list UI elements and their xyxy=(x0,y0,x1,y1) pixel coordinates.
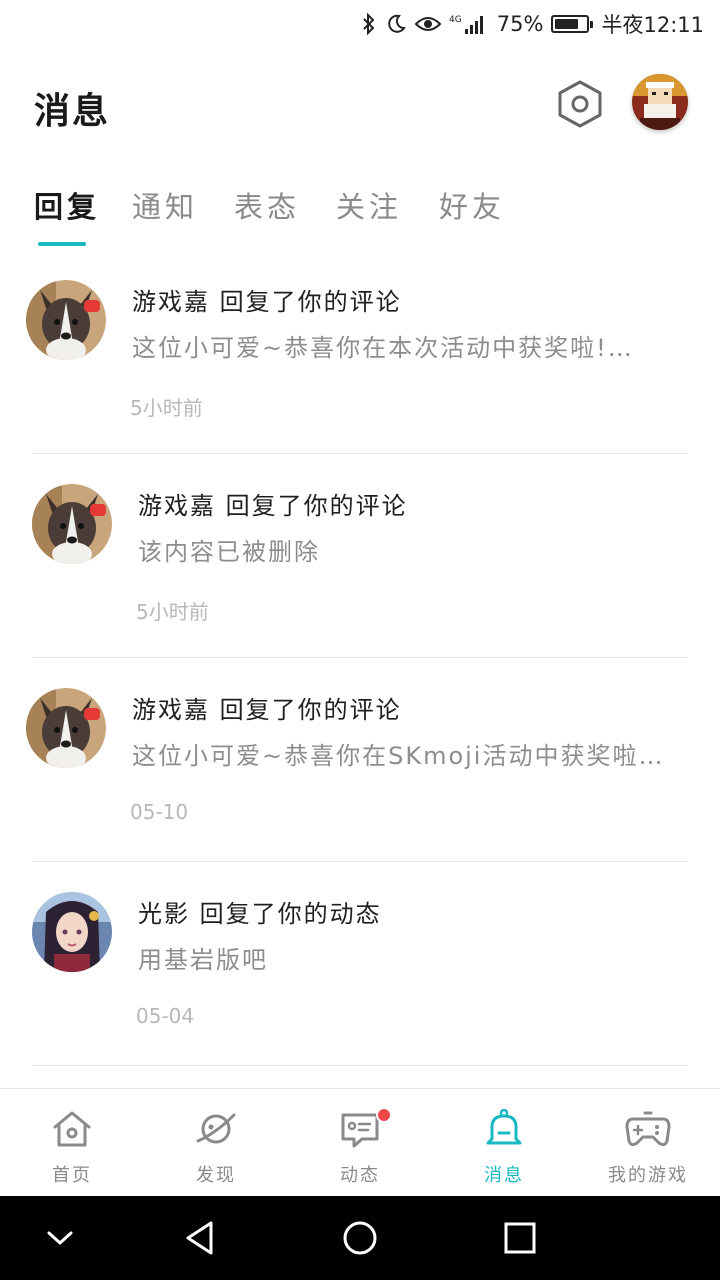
message-time: 05-10 xyxy=(130,800,189,824)
settings-button[interactable] xyxy=(554,77,606,131)
divider xyxy=(32,1065,688,1066)
list-item[interactable]: 游戏嘉 回复了你的评论 该内容已被删除 5小时前 xyxy=(0,454,720,658)
battery-percent: 75% xyxy=(496,12,544,36)
planet-icon xyxy=(192,1105,240,1153)
avatar-dog[interactable] xyxy=(32,484,112,564)
nav-feed[interactable]: 动态 xyxy=(288,1089,432,1197)
message-content: 用基岩版吧 xyxy=(138,946,268,974)
message-title: 游戏嘉 回复了你的评论 xyxy=(138,492,408,520)
nav-label: 动态 xyxy=(340,1165,380,1186)
tab-reaction[interactable]: 表态 xyxy=(234,184,300,226)
user-avatar[interactable] xyxy=(632,74,688,130)
list-item[interactable]: 游戏嘉 回复了你的评论 这位小可爱~恭喜你在本次活动中获奖啦!… 5小时前 xyxy=(0,250,720,454)
tab-indicator xyxy=(38,242,86,246)
message-time: 05-04 xyxy=(136,1004,195,1028)
message-content: 该内容已被删除 xyxy=(138,538,320,566)
collapse-chevron-icon[interactable] xyxy=(36,1214,84,1262)
bell-icon xyxy=(480,1105,528,1153)
system-nav-bar xyxy=(0,1196,720,1280)
page-title: 消息 xyxy=(34,91,111,132)
home-circle-icon[interactable] xyxy=(336,1214,384,1262)
back-triangle-icon[interactable] xyxy=(176,1214,224,1262)
home-icon xyxy=(48,1105,96,1153)
list-item[interactable]: 游戏嘉 回复了你的评论 这位小可爱~恭喜你在SKmoji活动中获奖啦… 05-1… xyxy=(0,658,720,862)
list-item[interactable]: 光影 回复了你的动态 用基岩版吧 05-04 xyxy=(0,862,720,1066)
nav-my-games[interactable]: 我的游戏 xyxy=(576,1089,720,1197)
nav-home[interactable]: 首页 xyxy=(0,1089,144,1197)
message-tabs: 回复 通知 表态 关注 好友 xyxy=(0,178,720,250)
recents-square-icon[interactable] xyxy=(496,1214,544,1262)
notification-dot xyxy=(376,1107,392,1123)
message-time: 5小时前 xyxy=(130,396,203,420)
battery-icon xyxy=(551,15,594,33)
nav-label: 消息 xyxy=(484,1165,524,1186)
bluetooth-icon xyxy=(361,10,377,38)
tab-friends[interactable]: 好友 xyxy=(439,184,505,226)
status-bar: 4G 75% 半夜12:11 xyxy=(0,0,720,48)
gamepad-icon xyxy=(624,1105,672,1153)
tab-reply[interactable]: 回复 xyxy=(34,184,100,226)
eye-icon xyxy=(414,10,441,38)
tab-notice[interactable]: 通知 xyxy=(132,184,198,226)
message-time: 5小时前 xyxy=(136,600,209,624)
clock: 半夜12:11 xyxy=(601,13,704,37)
bottom-nav: 首页 发现 动态 消息 我的游戏 xyxy=(0,1088,720,1196)
signal-icon: 4G xyxy=(449,10,489,38)
nav-messages[interactable]: 消息 xyxy=(432,1089,576,1197)
moon-icon xyxy=(385,10,407,38)
nav-label: 首页 xyxy=(52,1165,92,1186)
status-icons: 4G 75% 半夜12:11 xyxy=(361,8,704,40)
svg-text:4G: 4G xyxy=(449,15,462,25)
settings-hexagon-icon xyxy=(558,80,602,128)
message-title: 游戏嘉 回复了你的评论 xyxy=(132,288,402,316)
avatar-anime-girl[interactable] xyxy=(32,892,112,972)
message-content: 这位小可爱~恭喜你在本次活动中获奖啦!… xyxy=(132,334,634,362)
avatar-dog[interactable] xyxy=(26,688,106,768)
message-content: 这位小可爱~恭喜你在SKmoji活动中获奖啦… xyxy=(132,742,665,770)
avatar-dog[interactable] xyxy=(26,280,106,360)
message-title: 游戏嘉 回复了你的评论 xyxy=(132,696,402,724)
nav-label: 发现 xyxy=(196,1165,236,1186)
tab-follow[interactable]: 关注 xyxy=(336,184,402,226)
nav-discover[interactable]: 发现 xyxy=(144,1089,288,1197)
message-list: 游戏嘉 回复了你的评论 这位小可爱~恭喜你在本次活动中获奖啦!… 5小时前 游戏… xyxy=(0,250,720,1066)
message-title: 光影 回复了你的动态 xyxy=(138,900,382,928)
page-header: 消息 xyxy=(0,60,720,150)
nav-label: 我的游戏 xyxy=(608,1165,688,1186)
